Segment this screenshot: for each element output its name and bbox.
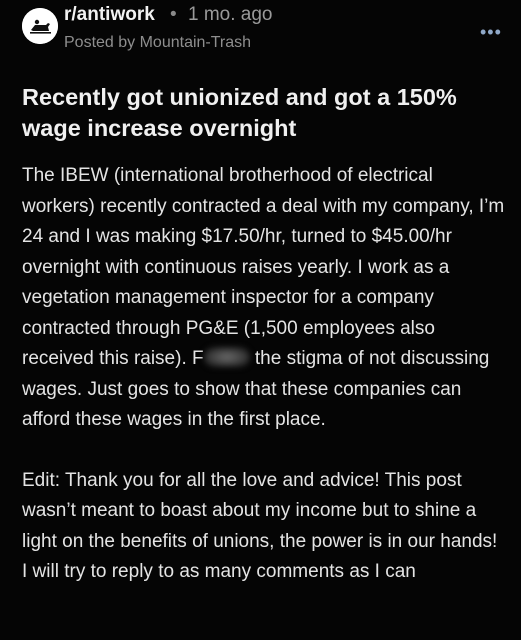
meta-separator: • (170, 4, 177, 25)
subreddit-avatar[interactable] (22, 8, 58, 44)
post-title[interactable]: Recently got unionized and got a 150% wa… (22, 82, 502, 144)
post-edit-paragraph: Edit: Thank you for all the love and adv… (22, 469, 498, 583)
post-body-text: The IBEW (international brotherhood of e… (22, 165, 505, 369)
post-time: 1 mo. ago (188, 4, 273, 25)
subreddit-link[interactable]: r/antiwork (64, 4, 155, 26)
antiwork-logo-icon (22, 8, 58, 44)
blurred-redaction (203, 347, 250, 367)
post-body: The IBEW (international brotherhood of e… (22, 161, 507, 588)
post-author-byline[interactable]: Posted by Mountain-Trash (64, 34, 251, 52)
more-dots-icon[interactable]: ••• (480, 22, 502, 43)
post-header: r/antiwork • 1 mo. ago Posted by Mountai… (22, 4, 502, 58)
post-body-paragraph: The IBEW (international brotherhood of e… (22, 161, 507, 436)
reddit-post: r/antiwork • 1 mo. ago Posted by Mountai… (0, 0, 521, 640)
